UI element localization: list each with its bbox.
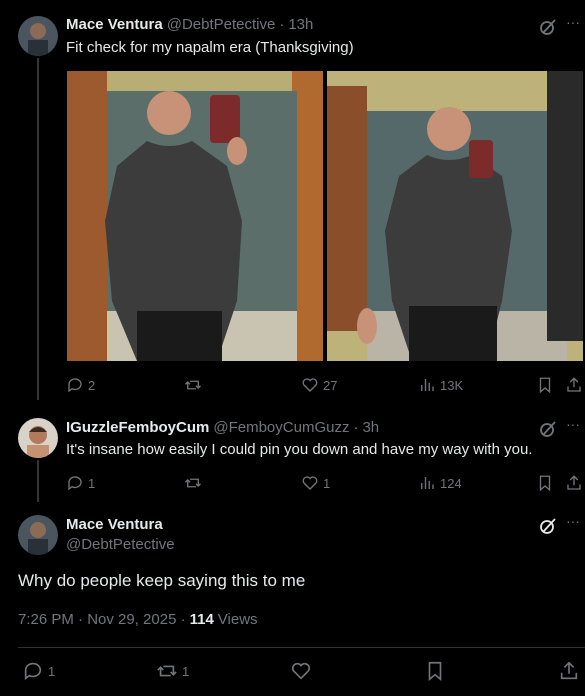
thread-line-1 xyxy=(37,58,39,400)
bookmark-button[interactable] xyxy=(536,474,554,492)
avatar[interactable] xyxy=(18,515,58,555)
author-name[interactable]: Mace Ventura xyxy=(66,516,163,533)
like-button[interactable] xyxy=(290,660,316,682)
views-icon xyxy=(421,379,434,391)
repost-button[interactable] xyxy=(184,474,206,492)
bookmark-icon xyxy=(428,661,442,682)
like-button[interactable]: 1 xyxy=(301,474,330,492)
separator: · xyxy=(279,16,285,33)
author-name[interactable]: Mace Ventura xyxy=(66,16,163,33)
post-text: It's insane how easily I could pin you d… xyxy=(66,441,533,458)
share-button[interactable] xyxy=(565,474,583,492)
author-handle[interactable]: @DebtPetective xyxy=(167,16,276,33)
share-button[interactable] xyxy=(558,660,580,682)
post-actions: 2 27 13K xyxy=(66,375,585,395)
views-count: 13K xyxy=(440,377,464,393)
like-count: 1 xyxy=(323,475,331,491)
post-image-1[interactable] xyxy=(67,71,323,361)
heart-icon xyxy=(291,662,311,680)
reply-icon xyxy=(68,378,82,393)
reply-icon xyxy=(68,476,82,491)
separator: · xyxy=(353,419,359,436)
share-icon xyxy=(567,377,581,392)
views-label: Views xyxy=(217,611,258,628)
reply-count: 2 xyxy=(88,377,96,393)
grok-icon[interactable] xyxy=(539,18,557,41)
post-actions: 1 1 xyxy=(18,660,585,684)
reply-button[interactable]: 2 xyxy=(66,376,95,394)
views-count: 124 xyxy=(440,475,462,491)
like-count: 27 xyxy=(323,377,338,393)
more-icon[interactable]: ··· xyxy=(566,416,580,432)
grok-icon[interactable] xyxy=(539,517,557,540)
avatar[interactable] xyxy=(18,16,58,56)
like-button[interactable]: 27 xyxy=(301,376,337,394)
share-button[interactable] xyxy=(565,376,583,394)
more-icon[interactable]: ··· xyxy=(566,14,580,30)
views-icon xyxy=(421,477,434,489)
heart-icon xyxy=(302,378,318,392)
share-icon xyxy=(567,475,581,490)
reply-button[interactable]: 1 xyxy=(22,660,55,682)
heart-icon xyxy=(302,476,318,490)
bookmark-button[interactable] xyxy=(424,660,446,682)
post-time[interactable]: 13h xyxy=(288,16,313,33)
repost-button[interactable] xyxy=(184,376,206,394)
post-image-2[interactable] xyxy=(327,71,583,361)
divider xyxy=(18,647,585,648)
repost-button[interactable]: 1 xyxy=(156,660,189,682)
author-name[interactable]: IGuzzleFemboyCum xyxy=(66,419,209,436)
more-icon[interactable]: ··· xyxy=(566,513,580,529)
reply-count: 1 xyxy=(88,475,96,491)
author-handle[interactable]: @DebtPetective xyxy=(66,536,175,553)
post-header: IGuzzleFemboyCum @FemboyCumGuzz · 3h xyxy=(66,419,379,436)
reply-button[interactable]: 1 xyxy=(66,474,95,492)
post-text: Why do people keep saying this to me xyxy=(18,571,306,590)
views-count: 114 xyxy=(189,611,214,628)
views-button[interactable]: 124 xyxy=(418,474,462,492)
grok-icon[interactable] xyxy=(539,420,557,443)
bookmark-button[interactable] xyxy=(536,376,554,394)
post-timestamp[interactable]: 7:26 PM · Nov 29, 2025 · xyxy=(18,611,186,628)
reply-icon xyxy=(24,662,42,680)
views-button[interactable]: 13K xyxy=(418,376,463,394)
post-meta: 7:26 PM · Nov 29, 2025 · 114 Views xyxy=(18,611,258,628)
bookmark-icon xyxy=(539,475,551,492)
post-time[interactable]: 3h xyxy=(362,419,379,436)
repost-icon xyxy=(157,665,177,677)
author-handle[interactable]: @FemboyCumGuzz xyxy=(213,419,349,436)
reply-count: 1 xyxy=(48,663,56,679)
post-actions: 1 1 124 xyxy=(66,473,585,493)
repost-icon xyxy=(185,478,201,488)
post-header: Mace Ventura @DebtPetective · 13h xyxy=(66,16,313,33)
repost-count: 1 xyxy=(182,663,190,679)
post-text: Fit check for my napalm era (Thanksgivin… xyxy=(66,39,354,56)
share-icon xyxy=(560,661,578,680)
bookmark-icon xyxy=(539,377,551,394)
repost-icon xyxy=(185,380,201,390)
avatar[interactable] xyxy=(18,418,58,458)
thread-line-2 xyxy=(37,460,39,502)
